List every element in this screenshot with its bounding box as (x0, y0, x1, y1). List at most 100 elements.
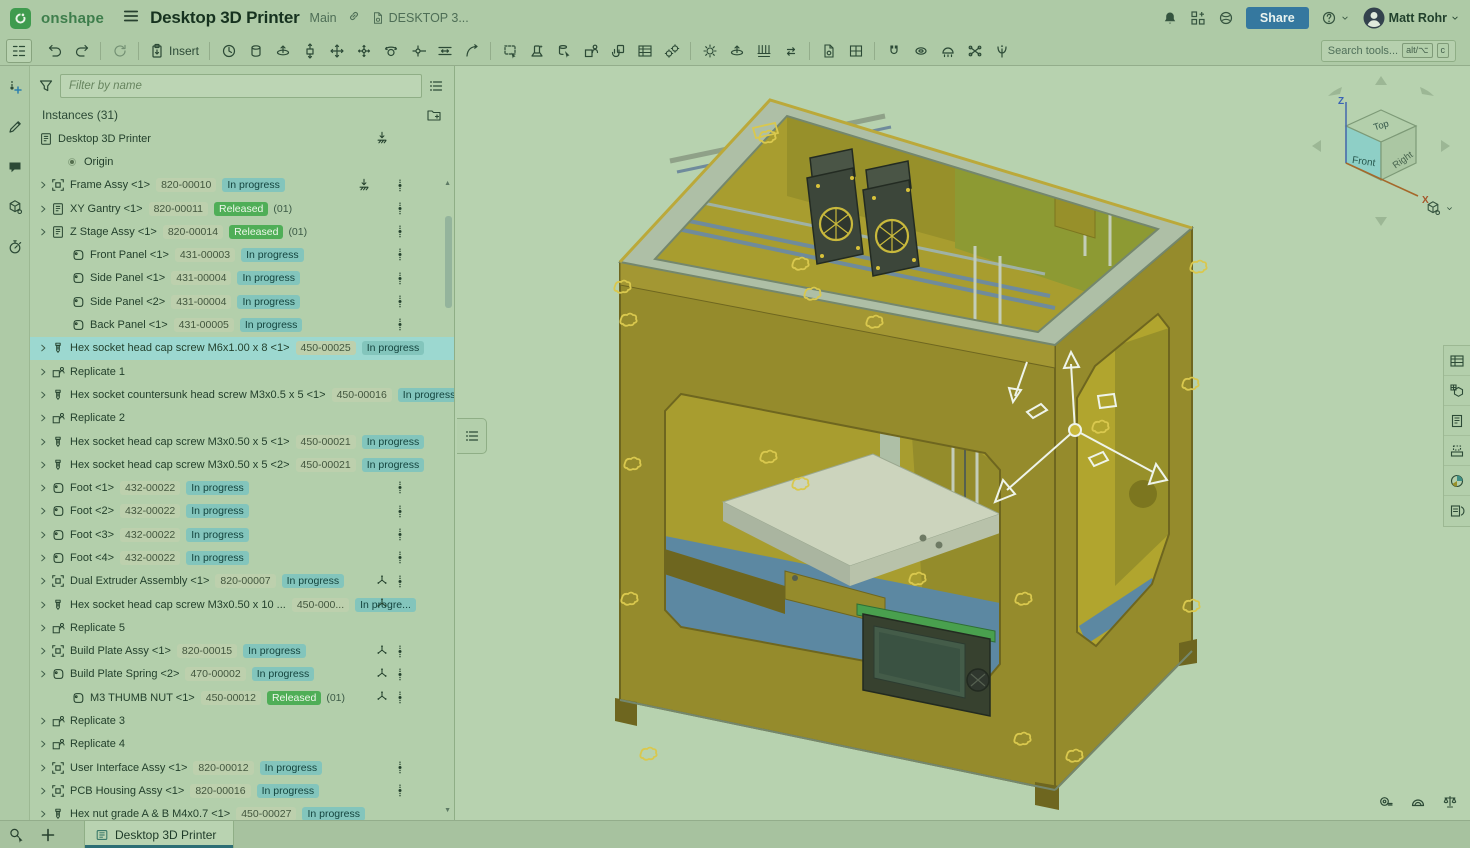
mates-indicator-icon[interactable] (392, 689, 408, 705)
tree-row-root[interactable]: Desktop 3D Printer (30, 127, 454, 150)
drawing-icon[interactable] (816, 39, 841, 63)
ball-mate-icon[interactable] (378, 39, 403, 63)
mates-indicator-icon[interactable] (392, 293, 408, 309)
linear-relation-icon[interactable] (962, 39, 987, 63)
expand-chevron-icon[interactable] (36, 621, 50, 635)
redo-icon[interactable] (69, 39, 94, 63)
revolute-mate-icon[interactable] (270, 39, 295, 63)
parallel-mate-icon[interactable] (432, 39, 457, 63)
tab-desktop-3d-printer[interactable]: Desktop 3D Printer (84, 821, 234, 848)
tree-row[interactable]: Side Panel <1> 431-00004 In progress (30, 267, 454, 290)
configuration-panel-icon[interactable] (1444, 496, 1470, 526)
share-button[interactable]: Share (1246, 7, 1309, 29)
tree-row-origin[interactable]: Origin (30, 150, 454, 173)
instances-panel-toggle[interactable] (6, 39, 32, 63)
expand-chevron-icon[interactable] (36, 598, 50, 612)
expand-chevron-icon[interactable] (36, 481, 50, 495)
search-tabs-icon[interactable] (0, 821, 32, 848)
rack-pinion-relation-icon[interactable] (908, 39, 933, 63)
printer-model[interactable] (615, 100, 1197, 810)
expand-chevron-icon[interactable] (36, 341, 50, 355)
filter-input[interactable] (60, 74, 422, 98)
scroll-down-icon[interactable]: ▼ (444, 807, 451, 814)
tree-row[interactable]: Build Plate Assy <1> 820-00015 In progre… (30, 640, 454, 663)
tree-row[interactable]: Hex socket head cap screw M3x0.50 x 5 <2… (30, 453, 454, 476)
tree-row[interactable]: Replicate 5 (30, 616, 454, 639)
screw-relation-icon[interactable] (935, 39, 960, 63)
mass-properties-icon[interactable] (1442, 794, 1458, 810)
tree-row[interactable]: Hex socket head cap screw M3x0.50 x 5 <1… (30, 430, 454, 453)
protractor-icon[interactable] (1410, 794, 1426, 810)
expand-chevron-icon[interactable] (36, 458, 50, 472)
sheet-panel-icon[interactable] (1444, 406, 1470, 436)
expand-chevron-icon[interactable] (36, 784, 50, 798)
list-view-icon[interactable] (428, 78, 444, 94)
expand-chevron-icon[interactable] (36, 644, 50, 658)
in-context-create-icon[interactable] (524, 39, 549, 63)
tree-row[interactable]: M3 THUMB NUT <1> 450-00012 Released (01) (30, 686, 454, 709)
tree-row[interactable]: Replicate 3 (30, 709, 454, 732)
mates-indicator-icon[interactable] (392, 246, 408, 262)
tree-row[interactable]: Foot <4> 432-00022 In progress (30, 546, 454, 569)
tray-panel-icon[interactable] (1444, 436, 1470, 466)
help-center-icon[interactable] (1218, 10, 1234, 26)
pin-slot-mate-icon[interactable] (405, 39, 430, 63)
expand-chevron-icon[interactable] (36, 225, 50, 239)
app-store-icon[interactable] (1190, 10, 1206, 26)
tree-row[interactable]: Hex socket head cap screw M3x0.50 x 10 .… (30, 593, 454, 616)
expand-chevron-icon[interactable] (36, 761, 50, 775)
comments-icon[interactable] (4, 156, 26, 178)
insert-feature-icon[interactable] (4, 76, 26, 98)
tree-row[interactable]: Dual Extruder Assembly <1> 820-00007 In … (30, 570, 454, 593)
mates-indicator-icon[interactable] (392, 200, 408, 216)
mates-indicator-icon[interactable] (392, 316, 408, 332)
tree-row[interactable]: Replicate 2 (30, 407, 454, 430)
tree-row[interactable]: User Interface Assy <1> 820-00012 In pro… (30, 756, 454, 779)
mates-indicator-icon[interactable] (392, 666, 408, 682)
expand-chevron-icon[interactable] (36, 574, 50, 588)
mate-icon[interactable] (216, 39, 241, 63)
tree-row[interactable]: Foot <2> 432-00022 In progress (30, 500, 454, 523)
notifications-icon[interactable] (1162, 10, 1178, 26)
expand-chevron-icon[interactable] (36, 388, 50, 402)
mates-indicator-icon[interactable] (392, 573, 408, 589)
gear-relation-icon[interactable] (881, 39, 906, 63)
tree-row[interactable]: Front Panel <1> 431-00003 In progress (30, 243, 454, 266)
mates-indicator-icon[interactable] (392, 643, 408, 659)
replicate-icon[interactable] (578, 39, 603, 63)
mates-indicator-icon[interactable] (392, 177, 408, 193)
tree-row[interactable]: Foot <3> 432-00022 In progress (30, 523, 454, 546)
mates-indicator-icon[interactable] (392, 270, 408, 286)
fastened-mate-icon[interactable] (243, 39, 268, 63)
add-tab-button[interactable] (32, 821, 64, 848)
drag-parts-icon[interactable] (605, 39, 630, 63)
expand-chevron-icon[interactable] (36, 667, 50, 681)
linked-document-chip[interactable]: DESKTOP 3... (371, 11, 469, 25)
update-linked-documents-icon[interactable] (107, 39, 132, 63)
expand-chevron-icon[interactable] (36, 528, 50, 542)
configurations-icon[interactable] (843, 39, 868, 63)
history-icon[interactable] (4, 236, 26, 258)
tree-row[interactable]: Hex nut grade A & B M4x0.7 <1> 450-00027… (30, 803, 454, 820)
slider-mate-icon[interactable] (297, 39, 322, 63)
mates-indicator-icon[interactable] (392, 223, 408, 239)
tree-row[interactable]: Hex socket countersunk head screw M3x0.5… (30, 383, 454, 406)
mates-indicator-icon[interactable] (392, 782, 408, 798)
expand-chevron-icon[interactable] (36, 551, 50, 565)
expand-chevron-icon[interactable] (36, 202, 50, 216)
linear-pattern-icon[interactable] (751, 39, 776, 63)
expand-chevron-icon[interactable] (36, 504, 50, 518)
markup-icon[interactable] (4, 116, 26, 138)
main-menu-icon[interactable] (122, 7, 140, 30)
mates-indicator-icon[interactable] (392, 549, 408, 565)
planar-mate-icon[interactable] (324, 39, 349, 63)
tangent-relation-icon[interactable] (989, 39, 1014, 63)
mates-indicator-icon[interactable] (392, 526, 408, 542)
appearance-panel-icon[interactable] (1444, 466, 1470, 496)
named-positions-icon[interactable] (724, 39, 749, 63)
expand-chevron-icon[interactable] (36, 714, 50, 728)
tree-row[interactable]: Replicate 1 (30, 360, 454, 383)
mates-indicator-icon[interactable] (392, 503, 408, 519)
panel-scrollbar[interactable]: ▲ ▼ (444, 194, 452, 812)
tree-row[interactable]: PCB Housing Assy <1> 820-00016 In progre… (30, 779, 454, 802)
